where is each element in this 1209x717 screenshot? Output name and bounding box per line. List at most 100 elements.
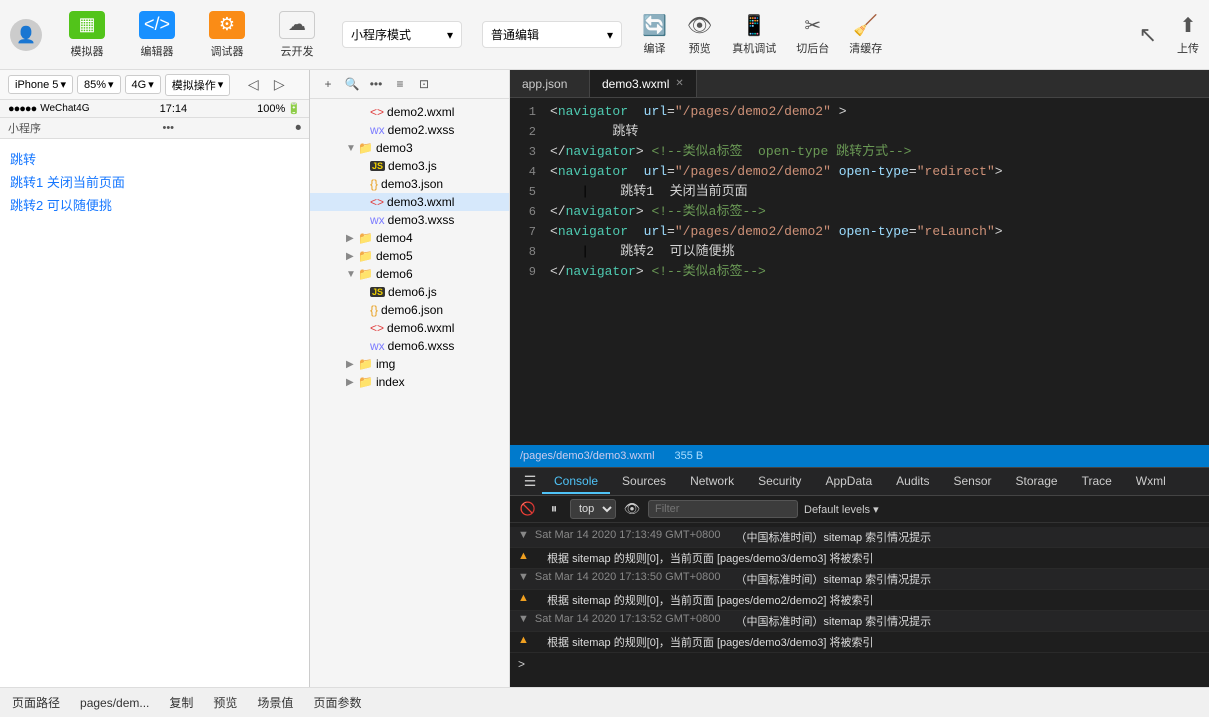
close-tab-btn[interactable]: ✕ [675, 78, 683, 89]
rotate-right-btn[interactable]: ▷ [268, 74, 290, 96]
devtools-tab-storage[interactable]: Storage [1004, 470, 1070, 494]
zoom-value: 85% [84, 79, 106, 91]
devtools-menu-btn[interactable]: ☰ [518, 470, 542, 494]
pause-btn[interactable]: ⏸ [544, 499, 564, 519]
devtools-tab-trace[interactable]: Trace [1070, 470, 1124, 494]
phone-link1[interactable]: 跳转 [10, 149, 299, 168]
line-content: </navigator> <!--类似a标签--> [546, 262, 766, 282]
footer-action2[interactable]: 预览 [213, 694, 237, 711]
app-container: 👤 ▦ 模拟器 </> 编辑器 ⚙ 调试器 ☁ 云开发 小程序模式 ▾ 普通编辑… [0, 0, 1209, 717]
tree-item-demo4[interactable]: ▶📁demo4 [310, 229, 509, 247]
code-line-3: 3</navigator> <!--类似a标签 open-type 跳转方式--… [510, 142, 1209, 162]
devtools-tab-security[interactable]: Security [746, 470, 813, 494]
zoom-select[interactable]: 85% ▾ [77, 75, 121, 94]
toolbar-right: ↖ ⬆ 上传 [1139, 13, 1199, 56]
preview-btn[interactable]: 👁 预览 [687, 13, 712, 56]
filter-input[interactable] [648, 500, 798, 518]
tree-item-demo3[interactable]: ▼📁demo3 [310, 139, 509, 157]
operation-select[interactable]: 模拟操作 ▾ [165, 74, 231, 96]
debugger-icon: ⚙ [209, 11, 245, 39]
console-prompt[interactable]: > [510, 653, 1209, 675]
clear-btn[interactable]: 🧹 清缓存 [849, 13, 882, 56]
search-files-btn[interactable]: 🔍 [342, 74, 362, 94]
devtools-tab-audits[interactable]: Audits [884, 470, 941, 494]
more-options-btn[interactable]: ••• [366, 74, 386, 94]
footer-path[interactable]: pages/dem... [80, 696, 149, 710]
line-number: 4 [510, 162, 546, 182]
log-entry: ▼Sat Mar 14 2020 17:13:49 GMT+0800 （中国标准… [510, 527, 1209, 548]
footer-bar: 页面路径 pages/dem... 复制 预览 场景值 页面参数 [0, 687, 1209, 717]
context-select[interactable]: top [570, 499, 616, 519]
tree-item-name: demo2.wxml [387, 105, 454, 119]
cloud-btn[interactable]: ☁ 云开发 [272, 11, 322, 59]
tree-item-demo3js[interactable]: JSdemo3.js [310, 157, 509, 175]
tree-item-demo6json[interactable]: {}demo6.json [310, 301, 509, 319]
real-device-btn[interactable]: 📱 真机调试 [732, 13, 776, 56]
tree-item-demo6wxml[interactable]: <>demo6.wxml [310, 319, 509, 337]
file-tree-panel: + 🔍 ••• ≡ ⊡ <>demo2.wxmlwxdemo2.wxss▼📁de… [310, 70, 510, 687]
log-entry: ▲ 根据 sitemap 的规则[0]，当前页面 [pages/demo2/de… [510, 590, 1209, 611]
tree-item-demo2wxss[interactable]: wxdemo2.wxss [310, 121, 509, 139]
phone-link2[interactable]: 跳转1 关闭当前页面 [10, 172, 299, 191]
tree-item-demo3wxss[interactable]: wxdemo3.wxss [310, 211, 509, 229]
code-line-8: 8 | 跳转2 可以随便挑 [510, 242, 1209, 262]
file-tree-header: + 🔍 ••• ≡ ⊡ [310, 70, 509, 99]
tree-item-demo6[interactable]: ▼📁demo6 [310, 265, 509, 283]
tree-item-name: demo3.js [388, 159, 437, 173]
battery-indicator: 100% 🔋 [257, 102, 301, 115]
network-select[interactable]: 4G ▾ [125, 75, 161, 94]
tree-item-demo2wxml[interactable]: <>demo2.wxml [310, 103, 509, 121]
cloud-icon: ☁ [279, 11, 315, 39]
editor-icon: </> [139, 11, 175, 39]
line-number: 2 [510, 122, 546, 142]
devtools-tab-wxml[interactable]: Wxml [1124, 470, 1178, 494]
tree-item-name: demo3.wxss [388, 213, 455, 227]
line-number: 1 [510, 102, 546, 122]
add-file-btn[interactable]: + [318, 74, 338, 94]
default-levels-btn[interactable]: Default levels ▾ [804, 503, 879, 516]
cut-btn[interactable]: ✂ 切后台 [796, 13, 829, 56]
device-select[interactable]: iPhone 5 ▾ [8, 75, 73, 94]
upload-btn[interactable]: ⬆ 上传 [1177, 13, 1199, 56]
tree-item-demo6js[interactable]: JSdemo6.js [310, 283, 509, 301]
compile-select[interactable]: 普通编辑 ▾ [482, 21, 622, 48]
editor-wrapper: app.json demo3.wxml ✕ 1<navigator url="/… [510, 70, 1209, 687]
editor-btn[interactable]: </> 编辑器 [132, 11, 182, 59]
tree-item-img[interactable]: ▶📁img [310, 355, 509, 373]
battery-pct: 100% [257, 103, 285, 115]
tab-app-json[interactable]: app.json [510, 70, 590, 97]
devtools-tab-network[interactable]: Network [678, 470, 746, 494]
rotate-left-btn[interactable]: ◁ [242, 74, 264, 96]
simulator-btn[interactable]: ▦ 模拟器 [62, 11, 112, 59]
phone-link3[interactable]: 跳转2 可以随便挑 [10, 195, 299, 214]
footer-action3[interactable]: 页面参数 [313, 694, 361, 711]
device-arrow: ▾ [60, 78, 66, 91]
layout-btn[interactable]: ⊡ [414, 74, 434, 94]
tree-item-demo3wxml[interactable]: <>demo3.wxml [310, 193, 509, 211]
debugger-btn[interactable]: ⚙ 调试器 [202, 11, 252, 59]
refresh-btn[interactable]: 🔄 编译 [642, 13, 667, 56]
collapse-btn[interactable]: ≡ [390, 74, 410, 94]
mode-select[interactable]: 小程序模式 ▾ [342, 21, 462, 48]
footer-label2: 场景值 [257, 694, 293, 711]
signal-indicator: ●●●●● [8, 103, 36, 115]
devtools-tab-sources[interactable]: Sources [610, 470, 678, 494]
tree-item-demo5[interactable]: ▶📁demo5 [310, 247, 509, 265]
clear-console-btn[interactable]: 🚫 [518, 499, 538, 519]
user-avatar[interactable]: 👤 [10, 19, 42, 51]
devtools-tab-appdata[interactable]: AppData [813, 470, 884, 494]
eye-btn[interactable]: 👁 [622, 499, 642, 519]
tree-item-index[interactable]: ▶📁index [310, 373, 509, 391]
editor-label: 编辑器 [141, 43, 174, 59]
tree-item-demo6wxss[interactable]: wxdemo6.wxss [310, 337, 509, 355]
devtools-tab-console[interactable]: Console [542, 470, 610, 494]
code-editor[interactable]: 1<navigator url="/pages/demo2/demo2" >2 … [510, 98, 1209, 445]
tree-item-demo3json[interactable]: {}demo3.json [310, 175, 509, 193]
footer-action1[interactable]: 复制 [169, 694, 193, 711]
mode-arrow: ▾ [447, 28, 453, 42]
more-icon[interactable]: ••• [162, 122, 174, 134]
tab-demo3-wxml[interactable]: demo3.wxml ✕ [590, 70, 697, 97]
log-entry: ▼Sat Mar 14 2020 17:13:50 GMT+0800 （中国标准… [510, 569, 1209, 590]
devtools-tab-sensor[interactable]: Sensor [942, 470, 1004, 494]
eye-icon: 👁 [687, 13, 712, 38]
